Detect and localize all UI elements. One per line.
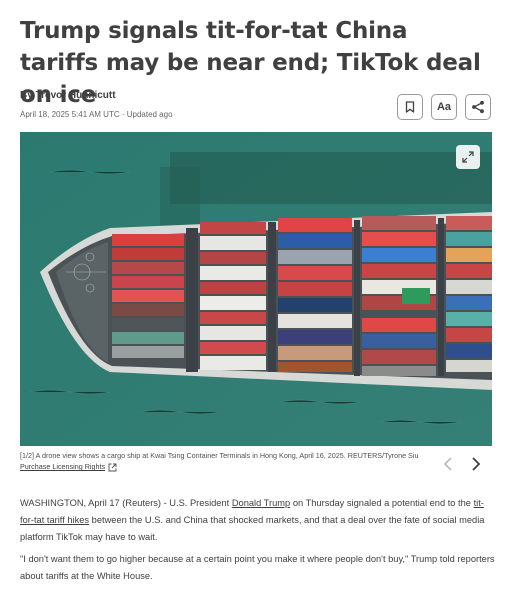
bookmark-icon <box>405 101 415 113</box>
p1-text-b: on Thursday signaled a potential end to … <box>290 498 474 508</box>
author-link[interactable]: Trevor Hunnicutt <box>36 90 116 101</box>
gallery-prev-button[interactable] <box>440 455 456 473</box>
image-caption: [1/2] A drone view shows a cargo ship at… <box>20 450 425 472</box>
gallery-next-button[interactable] <box>468 455 484 473</box>
article-toolbar: Aa <box>397 94 491 120</box>
p1-text-c: between the U.S. and China that shocked … <box>20 515 485 542</box>
text-size-button[interactable]: Aa <box>431 94 457 120</box>
article-paragraph-1: WASHINGTON, April 17 (Reuters) - U.S. Pr… <box>20 495 496 546</box>
purchase-licensing-link[interactable]: Purchase Licensing Rights <box>20 462 105 471</box>
lead-image[interactable] <box>20 132 492 446</box>
cargo-ship-photo <box>20 132 492 446</box>
chevron-right-icon <box>472 457 481 471</box>
byline: By Trevor Hunnicutt <box>20 90 116 101</box>
dateline: April 18, 2025 5:41 AM UTC · Updated ago <box>20 110 173 119</box>
article-paragraph-2: "I don't want them to go higher because … <box>20 554 495 581</box>
share-icon <box>472 100 484 114</box>
bookmark-button[interactable] <box>397 94 423 120</box>
expand-icon <box>462 151 474 163</box>
p1-text-a: WASHINGTON, April 17 (Reuters) - U.S. Pr… <box>20 498 232 508</box>
chevron-left-icon <box>443 457 452 471</box>
text-size-label: Aa <box>436 101 452 113</box>
byline-prefix: By <box>20 90 36 101</box>
expand-button[interactable] <box>456 145 480 169</box>
caption-text: [1/2] A drone view shows a cargo ship at… <box>20 451 419 460</box>
article-page: Trump signals tit-for-tat China tariffs … <box>0 0 508 592</box>
share-button[interactable] <box>465 94 491 120</box>
donald-trump-link[interactable]: Donald Trump <box>232 498 290 508</box>
external-link-icon <box>108 463 117 472</box>
